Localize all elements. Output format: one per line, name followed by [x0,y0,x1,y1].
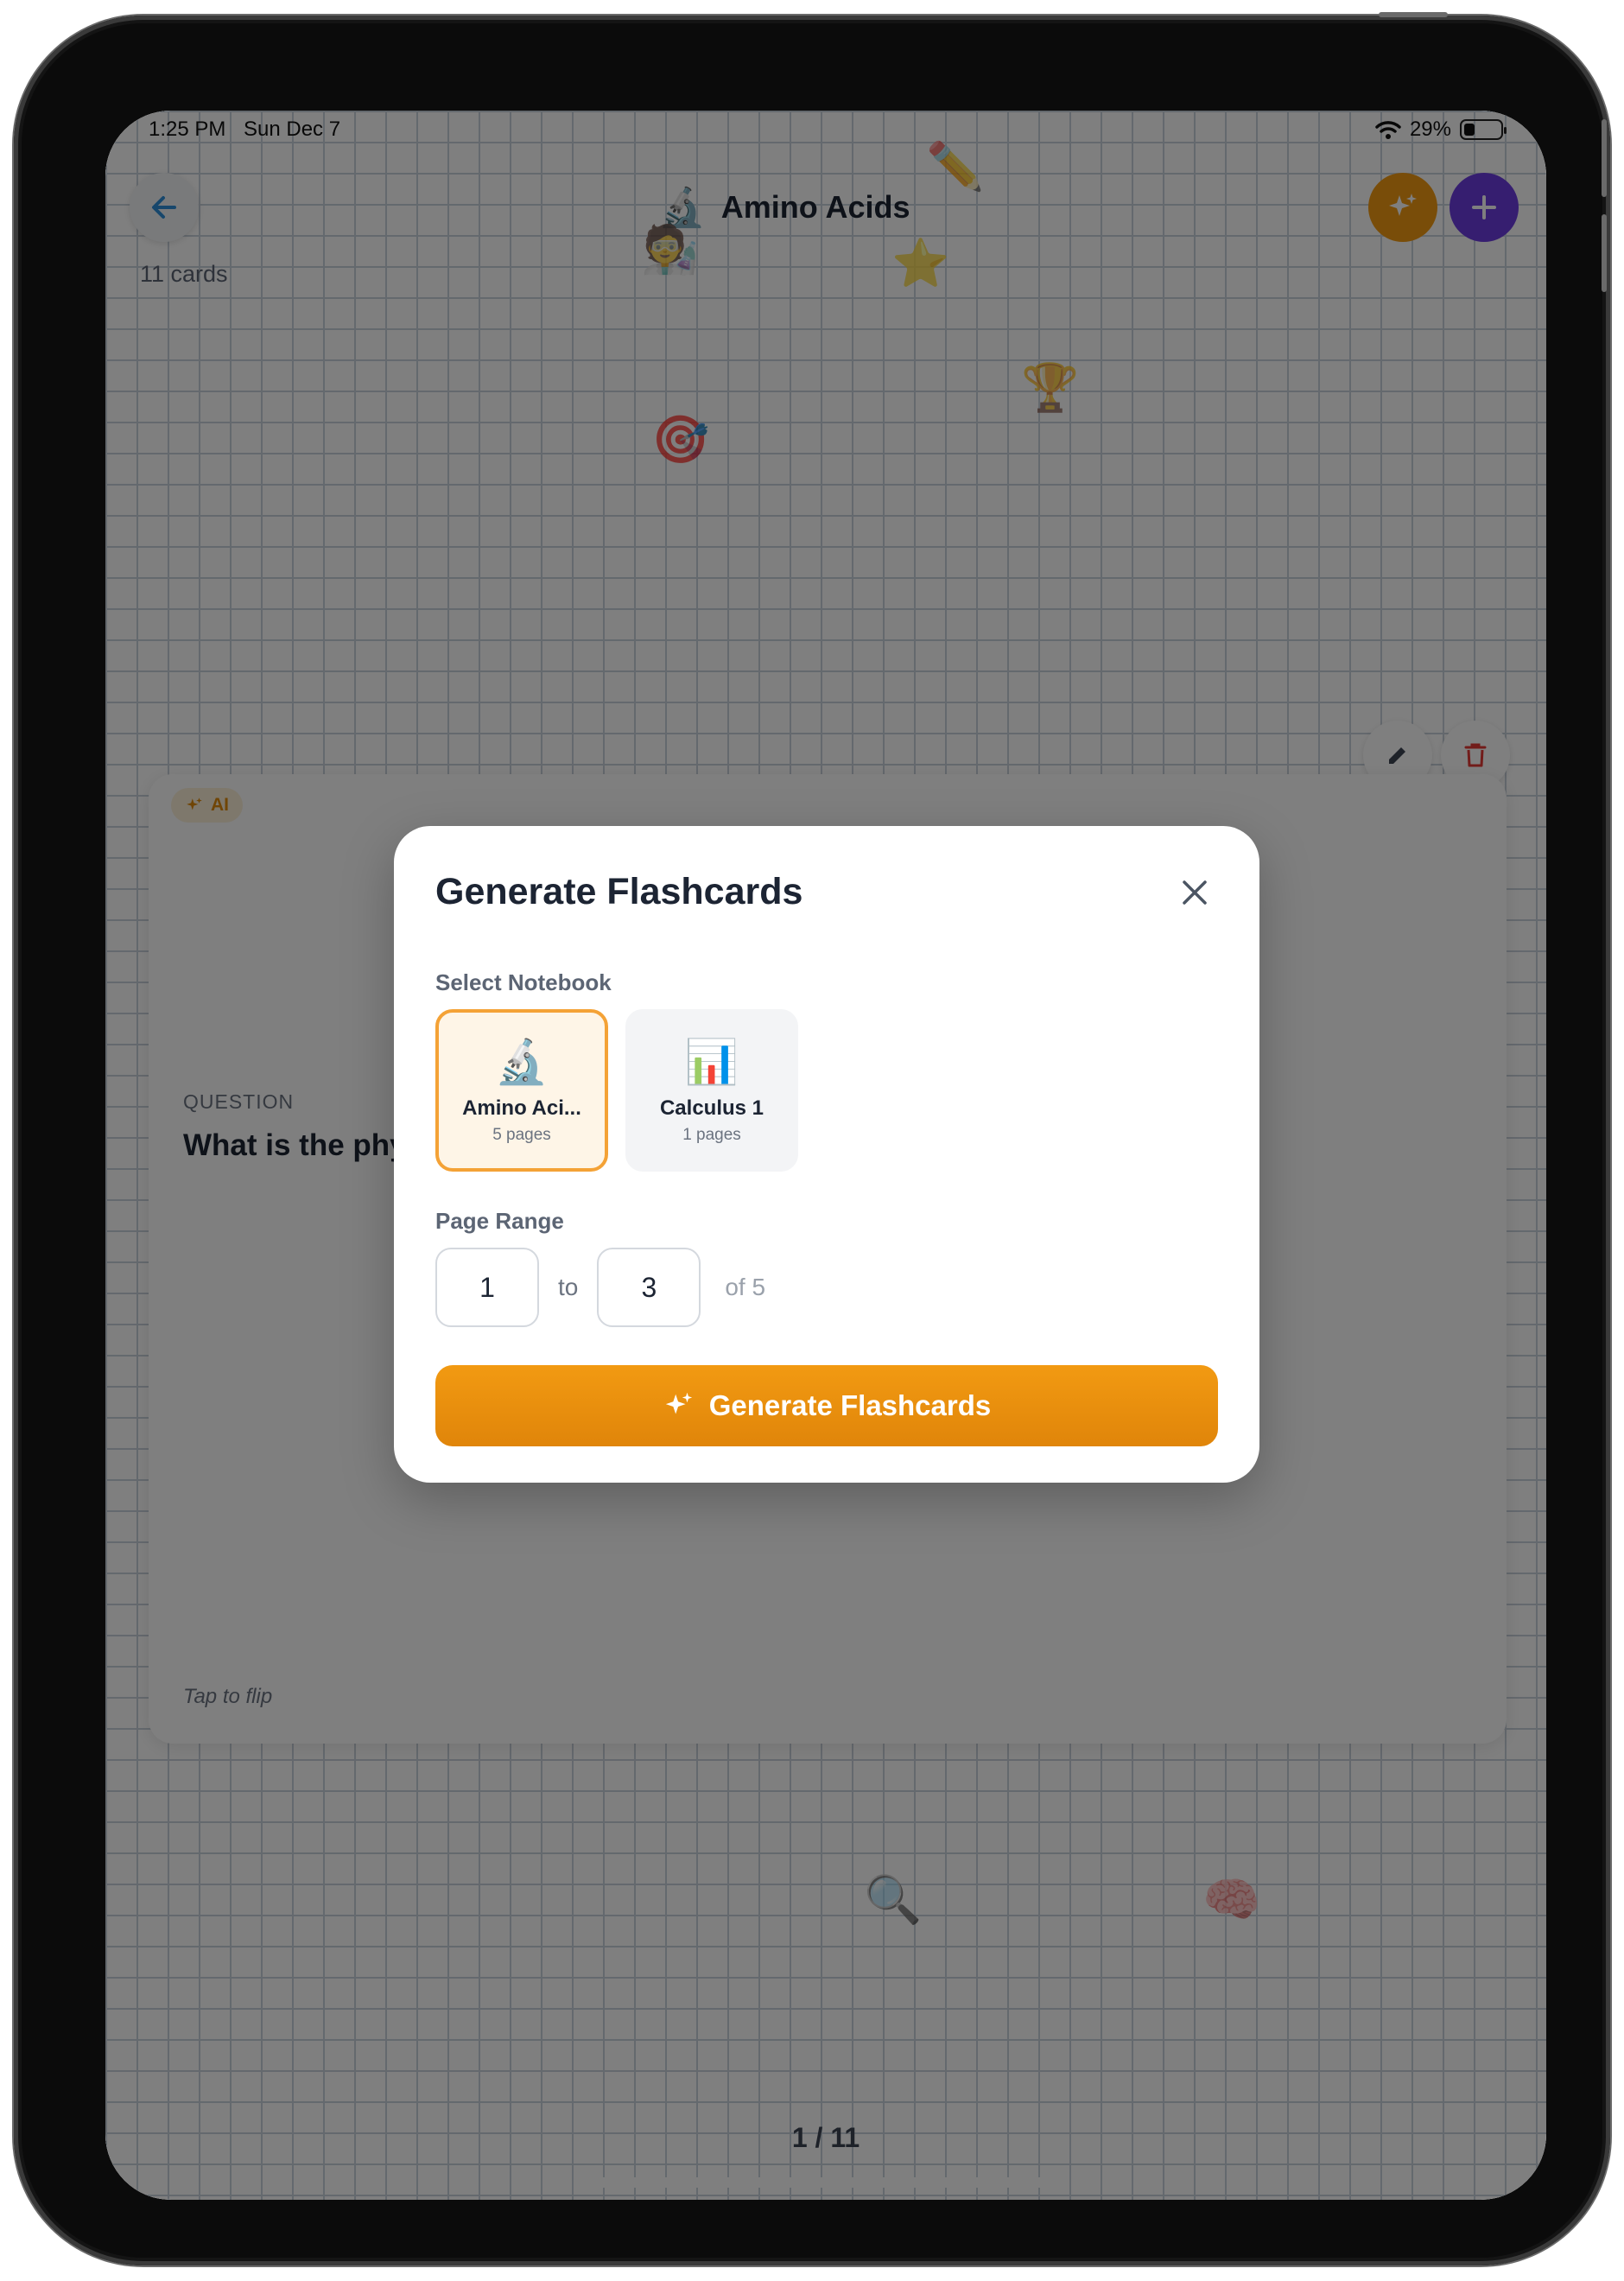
close-button[interactable] [1171,869,1218,916]
range-to-label: to [558,1274,579,1300]
screen: 1:25 PM Sun Dec 7 29% 🔬 Amino Acids 11 c… [105,111,1546,2200]
range-end-input[interactable] [597,1248,701,1327]
range-start-input[interactable] [435,1248,539,1327]
notebook-name: Calculus 1 [659,1096,764,1120]
notebook-option-amino-acids[interactable]: 🔬 Amino Aci... 5 pages [435,1009,608,1172]
select-notebook-label: Select Notebook [435,969,612,995]
ipad-frame: 1:25 PM Sun Dec 7 29% 🔬 Amino Acids 11 c… [14,12,1610,2265]
volume-button [1602,119,1607,197]
page-range-label: Page Range [435,1208,564,1234]
generate-flashcards-button[interactable]: Generate Flashcards [435,1365,1218,1446]
generate-flashcards-modal: Generate Flashcards Select Notebook 🔬 Am… [394,826,1259,1483]
bar-chart-icon: 📊 [684,1038,739,1086]
sparkles-icon [665,1392,692,1414]
power-button [1379,12,1448,17]
volume-button [1602,214,1607,292]
microscope-icon: 🔬 [494,1038,549,1086]
notebook-name: Amino Aci... [462,1096,581,1120]
generate-button-label: Generate Flashcards [708,1389,992,1421]
modal-title: Generate Flashcards [435,871,803,912]
page-range-row: to of 5 [435,1248,765,1327]
close-icon [1183,880,1207,905]
notebook-option-calculus[interactable]: 📊 Calculus 1 1 pages [625,1009,798,1172]
notebook-pages: 5 pages [492,1126,551,1144]
range-total-label: of 5 [725,1274,766,1300]
notebook-pages: 1 pages [682,1126,741,1144]
